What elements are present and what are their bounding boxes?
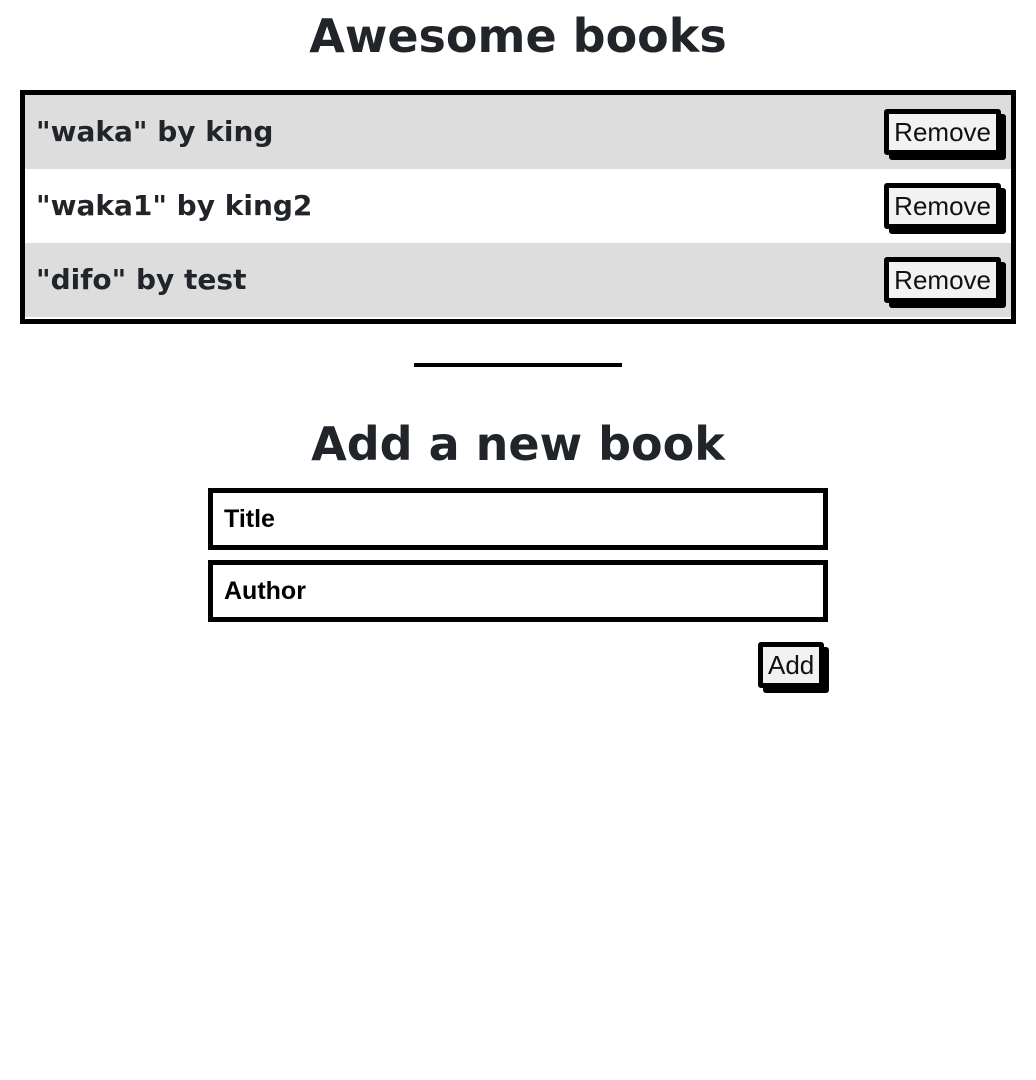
page-title: Awesome books <box>309 9 727 63</box>
section-title: Add a new book <box>311 417 725 471</box>
add-button[interactable]: Add <box>758 642 825 688</box>
section-divider <box>414 363 622 367</box>
author-input[interactable] <box>208 560 828 622</box>
remove-button[interactable]: Remove <box>884 109 1001 155</box>
list-item: "difo" by test Remove <box>25 243 1011 317</box>
title-input[interactable] <box>208 488 828 550</box>
remove-button[interactable]: Remove <box>884 257 1001 303</box>
book-list: "waka" by king Remove "waka1" by king2 R… <box>20 90 1016 324</box>
list-item: "waka1" by king2 Remove <box>25 169 1011 243</box>
remove-button[interactable]: Remove <box>884 183 1001 229</box>
book-text: "difo" by test <box>36 262 247 296</box>
list-item: "waka" by king Remove <box>25 95 1011 169</box>
book-text: "waka1" by king2 <box>36 188 313 222</box>
book-text: "waka" by king <box>36 114 274 148</box>
